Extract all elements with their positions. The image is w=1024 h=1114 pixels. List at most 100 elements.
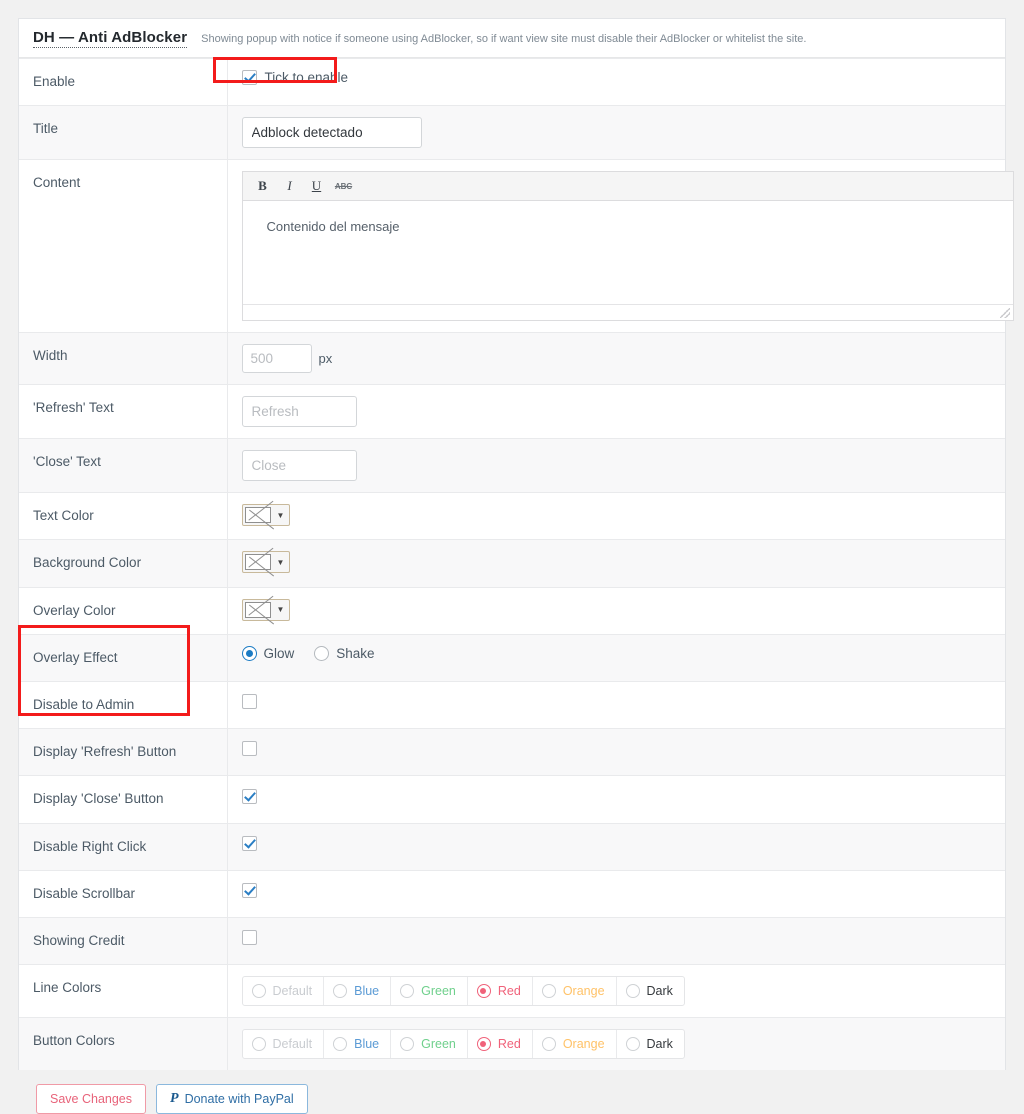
title-input[interactable] (241, 117, 422, 149)
donate-paypal-button[interactable]: P Donate with PayPal (156, 1084, 308, 1114)
button-colors-radio-orange[interactable] (541, 1037, 556, 1052)
line-colors-label-orange: Orange (562, 984, 605, 999)
label-text-color: Text Color (19, 492, 228, 540)
save-changes-button[interactable]: Save Changes (36, 1084, 147, 1114)
settings-panel: DH — Anti AdBlocker Showing popup with n… (18, 18, 1014, 1071)
line-colors-radio-blue[interactable] (333, 984, 348, 999)
line-colors-option-default[interactable]: Default (243, 977, 325, 1006)
line-colors-radio-green[interactable] (400, 984, 415, 999)
overlay-effect-label-glow[interactable]: Glow (264, 646, 295, 661)
line-colors-label-default: Default (272, 984, 313, 999)
row-width: Width px (19, 332, 1005, 385)
line-colors-option-dark[interactable]: Dark (617, 977, 684, 1005)
button-colors-option-dark[interactable]: Dark (617, 1030, 684, 1058)
width-input[interactable] (241, 344, 312, 374)
label-background-color: Background Color (19, 539, 228, 588)
line-colors-option-green[interactable]: Green (391, 977, 468, 1006)
content-editor: B I U ABC Contenido del mensaje (241, 171, 1014, 322)
button-colors-label-blue: Blue (354, 1037, 380, 1052)
line-colors-label-red: Red (497, 984, 521, 999)
label-refresh-text: 'Refresh' Text (19, 384, 228, 439)
empty-swatch-icon (244, 554, 271, 571)
row-display-close: Display 'Close' Button (19, 775, 1005, 823)
disable-scrollbar-checkbox[interactable] (241, 882, 257, 898)
label-title: Title (19, 105, 228, 160)
line-colors-radio-default[interactable] (251, 984, 266, 999)
label-content: Content (19, 159, 228, 333)
button-colors-radio-red[interactable] (476, 1037, 491, 1052)
line-colors-group: Default Blue Green Red Orange Dark (241, 976, 685, 1007)
line-colors-radio-dark[interactable] (625, 984, 640, 999)
resize-grip-icon[interactable] (999, 308, 1010, 319)
line-colors-option-blue[interactable]: Blue (324, 977, 392, 1006)
button-colors-option-default[interactable]: Default (243, 1030, 325, 1059)
strikethrough-icon[interactable]: ABC (332, 175, 356, 197)
label-width: Width (19, 332, 228, 385)
line-colors-option-orange[interactable]: Orange (533, 977, 617, 1006)
text-color-picker[interactable]: ▼ (241, 504, 290, 527)
bold-icon[interactable]: B (251, 175, 275, 197)
refresh-text-input[interactable] (241, 396, 357, 428)
row-line-colors: Line Colors Default Blue Green Red Orange Dar… (19, 964, 1005, 1018)
enable-field: Tick to enable (241, 70, 1006, 85)
disable-right-click-checkbox[interactable] (241, 835, 257, 851)
empty-swatch-icon (244, 601, 271, 618)
button-colors-label-dark: Dark (646, 1037, 673, 1052)
background-color-picker[interactable]: ▼ (241, 551, 290, 574)
display-refresh-checkbox[interactable] (241, 741, 257, 757)
button-colors-radio-default[interactable] (251, 1037, 266, 1052)
label-enable: Enable (19, 57, 228, 106)
button-colors-radio-green[interactable] (400, 1037, 415, 1052)
row-background-color: Background Color ▼ (19, 539, 1005, 588)
content-editor-body[interactable]: Contenido del mensaje (243, 201, 1013, 304)
overlay-color-picker[interactable]: ▼ (241, 598, 290, 621)
chevron-down-icon[interactable]: ▼ (273, 552, 289, 572)
editor-footer (242, 304, 1013, 320)
width-unit-label: px (318, 351, 333, 367)
label-line-colors: Line Colors (19, 964, 228, 1018)
showing-credit-checkbox[interactable] (241, 930, 257, 946)
row-disable-scrollbar: Disable Scrollbar (19, 869, 1005, 918)
line-colors-option-red[interactable]: Red (468, 977, 533, 1006)
chevron-down-icon[interactable]: ▼ (273, 505, 289, 525)
button-colors-option-orange[interactable]: Orange (533, 1030, 617, 1059)
row-overlay-effect: Overlay Effect Glow Shake (19, 633, 1005, 682)
button-colors-label-orange: Orange (562, 1037, 605, 1052)
row-display-refresh: Display 'Refresh' Button (19, 728, 1005, 776)
button-colors-label-green: Green (421, 1037, 456, 1052)
close-text-input[interactable] (241, 450, 357, 482)
underline-icon[interactable]: U (305, 175, 329, 197)
row-title: Title (19, 105, 1005, 160)
row-disable-admin: Disable to Admin (19, 680, 1005, 729)
label-overlay-effect: Overlay Effect (19, 633, 228, 682)
overlay-effect-label-shake[interactable]: Shake (336, 646, 374, 661)
button-colors-option-red[interactable]: Red (468, 1030, 533, 1059)
italic-icon[interactable]: I (278, 175, 302, 197)
line-colors-radio-orange[interactable] (541, 984, 556, 999)
button-colors-label-default: Default (272, 1037, 313, 1052)
disable-admin-checkbox[interactable] (241, 694, 257, 710)
button-colors-radio-dark[interactable] (625, 1037, 640, 1052)
chevron-down-icon[interactable]: ▼ (273, 600, 289, 620)
editor-toolbar: B I U ABC (242, 172, 1013, 202)
settings-page: DH — Anti AdBlocker Showing popup with n… (0, 0, 1024, 1114)
paypal-icon: P (170, 1091, 179, 1107)
overlay-effect-radio-shake[interactable] (314, 645, 330, 661)
button-colors-radio-dot-red (480, 1040, 487, 1047)
button-colors-option-blue[interactable]: Blue (324, 1030, 392, 1059)
overlay-effect-radio-glow[interactable] (241, 645, 257, 661)
row-disable-right-click: Disable Right Click (19, 822, 1005, 871)
button-colors-option-green[interactable]: Green (391, 1030, 468, 1059)
row-button-colors: Button Colors Default Blue Green Red Orange D… (19, 1017, 1005, 1071)
button-colors-label-red: Red (497, 1037, 521, 1052)
label-disable-scrollbar: Disable Scrollbar (19, 869, 228, 918)
row-content: Content B I U ABC Contenido del mensaje (19, 159, 1014, 333)
enable-checkbox-label[interactable]: Tick to enable (265, 70, 349, 85)
line-colors-radio-red[interactable] (476, 984, 491, 999)
button-colors-radio-blue[interactable] (333, 1037, 348, 1052)
form-footer: Save Changes P Donate with PayPal (18, 1070, 1006, 1114)
panel-header: DH — Anti AdBlocker Showing popup with n… (19, 19, 1005, 58)
label-disable-right-click: Disable Right Click (19, 822, 228, 871)
display-close-checkbox[interactable] (241, 788, 257, 804)
enable-checkbox[interactable] (241, 70, 257, 85)
